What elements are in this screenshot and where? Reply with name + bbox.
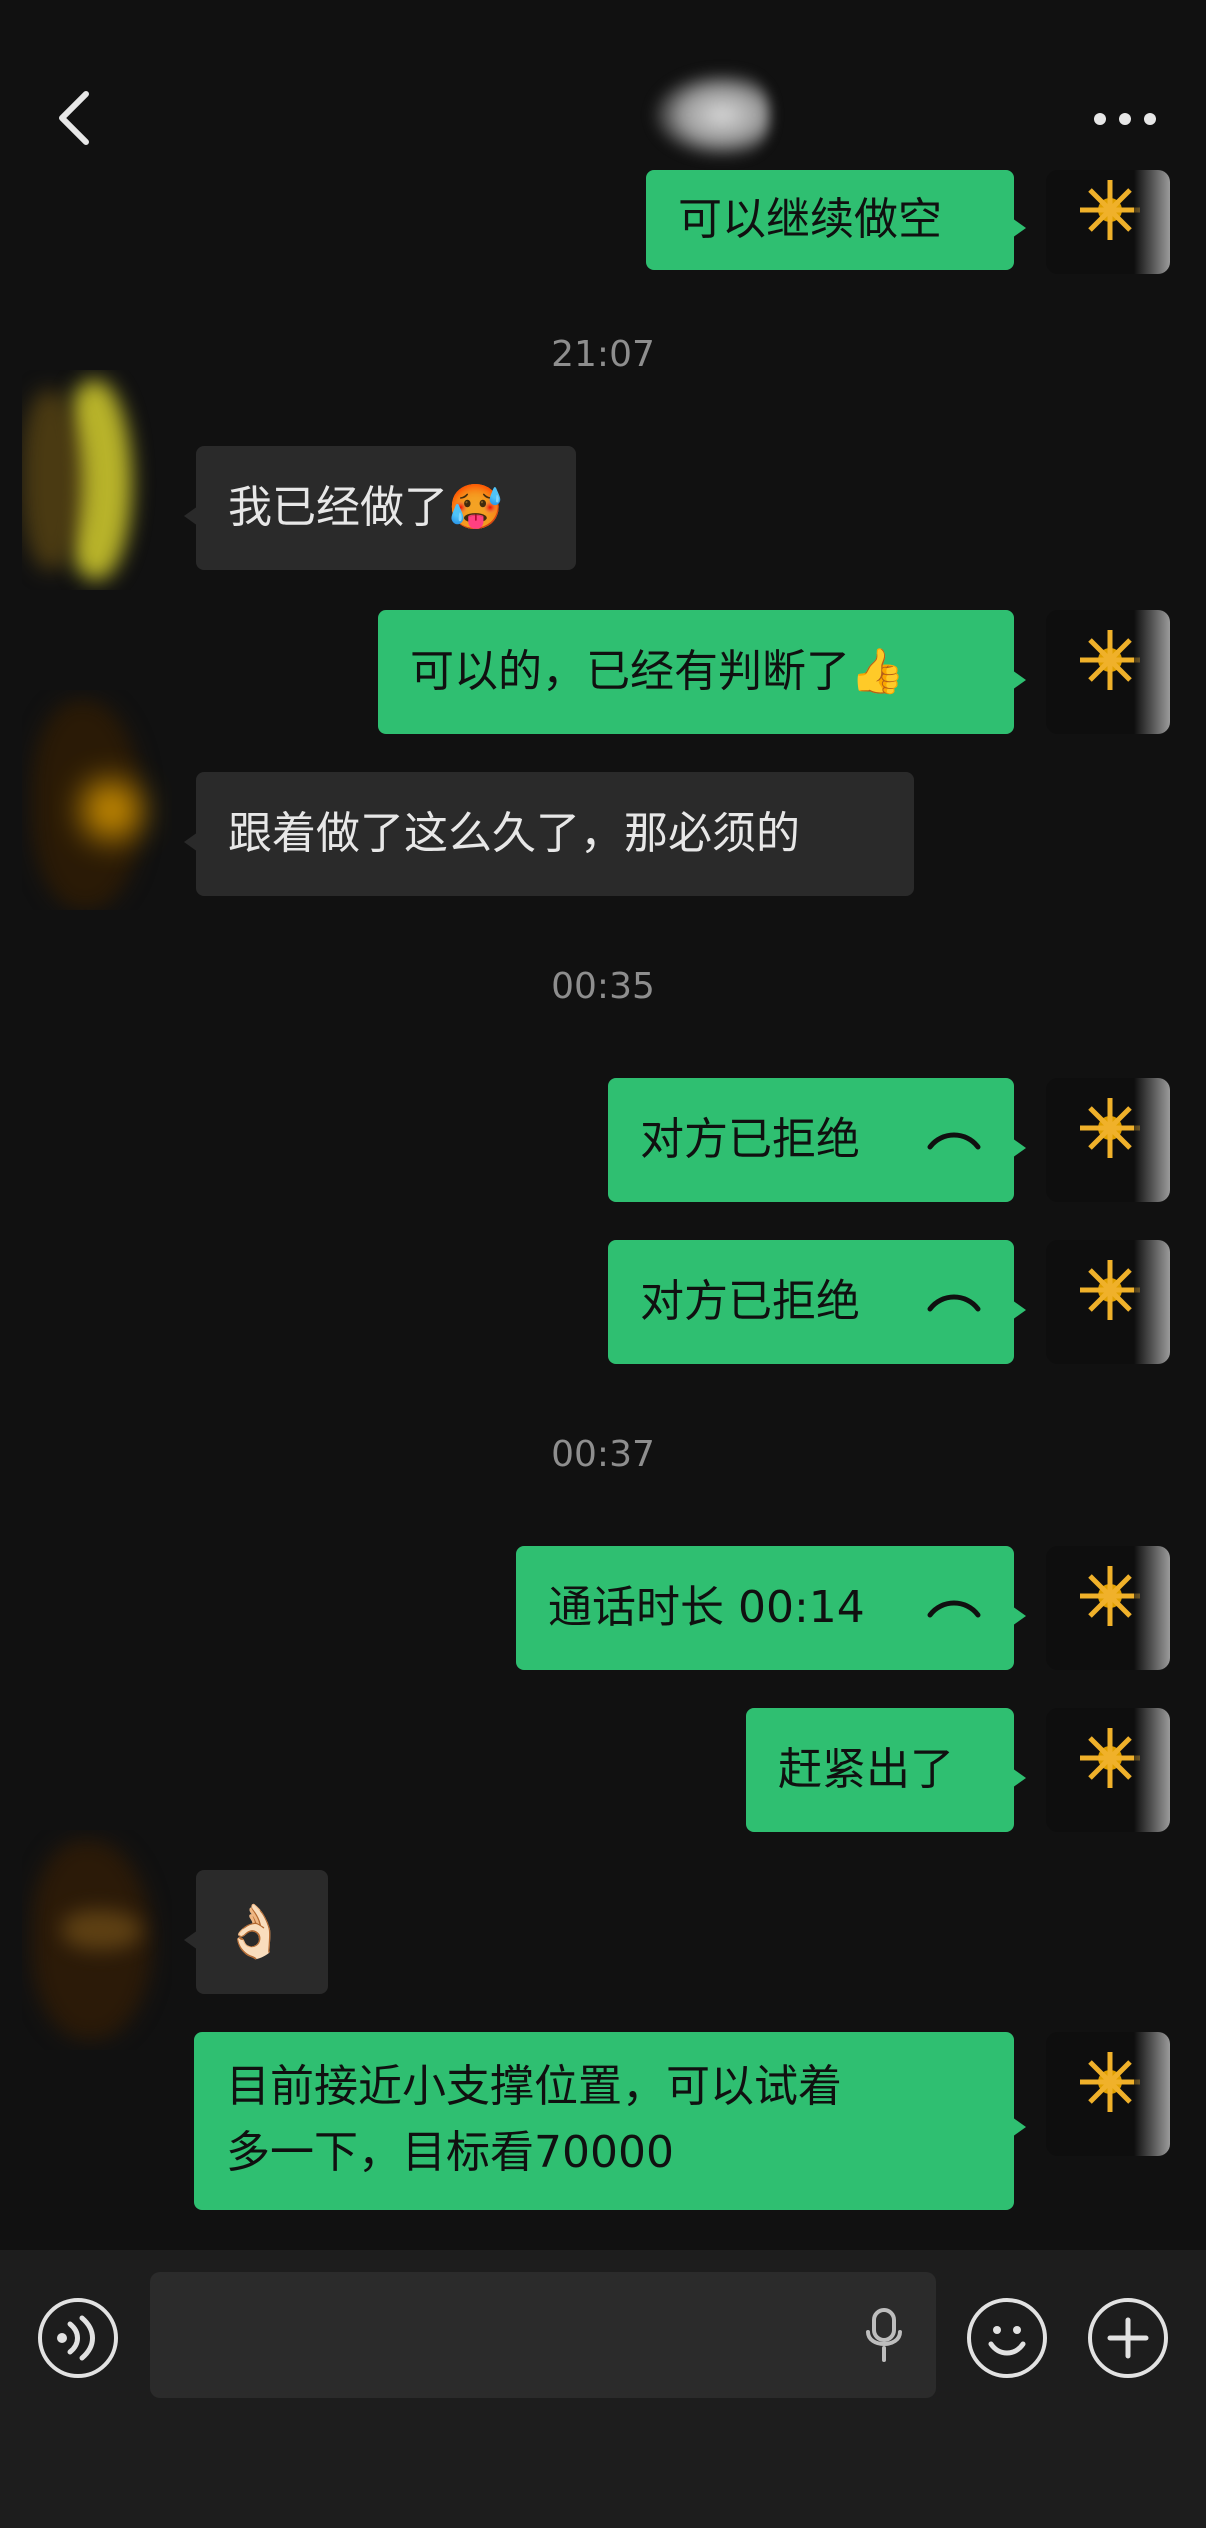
message-bubble-received[interactable]: 我已经做了🥵 xyxy=(184,446,576,570)
emoji-icon xyxy=(988,2326,1026,2356)
timestamp: 00:35 xyxy=(551,966,655,1007)
message-text: 通话时长 00:14 xyxy=(548,1582,865,1633)
message-bubble-received[interactable]: 跟着做了这么久了，那必须的 xyxy=(184,772,914,896)
message-input-bar xyxy=(0,2250,1206,2528)
timestamp: 21:07 xyxy=(551,334,655,375)
message-text: 跟着做了这么久了，那必须的 xyxy=(228,808,800,859)
thumbs-up-emoji-icon: 👍 xyxy=(850,646,905,697)
message-bubble-sent[interactable]: 赶紧出了 xyxy=(746,1708,1026,1832)
more-options-icon[interactable] xyxy=(1090,106,1160,132)
message-text-line: 目前接近小支撑位置，可以试着 xyxy=(226,2061,842,2112)
message-text: 对方已拒绝 xyxy=(640,1276,860,1327)
self-avatar[interactable] xyxy=(1046,2032,1170,2156)
message-text: 对方已拒绝 xyxy=(640,1114,860,1165)
phone-icon xyxy=(927,1294,981,1312)
plus-icon xyxy=(1107,2317,1149,2359)
contact-name-blurred xyxy=(650,70,770,160)
self-avatar[interactable] xyxy=(1046,1240,1170,1364)
self-avatar[interactable] xyxy=(1046,610,1170,734)
message-bubble-sent[interactable]: 对方已拒绝 xyxy=(608,1240,1026,1364)
microphone-icon[interactable] xyxy=(862,2308,906,2362)
message-bubble-sent[interactable]: 对方已拒绝 xyxy=(608,1078,1026,1202)
message-bubble-sent[interactable]: 可以继续做空 xyxy=(646,170,1026,270)
self-avatar[interactable] xyxy=(1046,1708,1170,1832)
message-text: 赶紧出了 xyxy=(778,1744,954,1795)
message-input[interactable] xyxy=(150,2272,936,2398)
emoji-button[interactable] xyxy=(967,2298,1047,2378)
ok-hand-emoji-icon: 👌🏻 xyxy=(222,1902,287,1962)
timestamp: 00:37 xyxy=(551,1434,655,1475)
message-text: 可以的，已经有判断了 xyxy=(410,646,850,697)
message-bubble-sent[interactable]: 目前接近小支撑位置，可以试着 多一下，目标看70000 xyxy=(194,2032,1026,2210)
message-bubble-sent[interactable]: 通话时长 00:14 xyxy=(516,1546,1026,1670)
hot-face-emoji-icon: 🥵 xyxy=(448,482,503,533)
self-avatar[interactable] xyxy=(1046,1078,1170,1202)
chat-header xyxy=(0,0,1206,190)
voice-icon xyxy=(57,2315,95,2361)
more-actions-button[interactable] xyxy=(1088,2298,1168,2378)
phone-icon xyxy=(927,1600,981,1618)
voice-input-button[interactable] xyxy=(38,2298,118,2378)
phone-icon xyxy=(927,1132,981,1150)
message-bubble-sent[interactable]: 可以的，已经有判断了👍 xyxy=(378,610,1026,734)
self-avatar[interactable] xyxy=(1046,1546,1170,1670)
message-bubble-received[interactable]: 👌🏻 xyxy=(184,1870,328,1994)
contact-avatar[interactable] xyxy=(22,370,172,590)
message-text: 我已经做了 xyxy=(228,482,448,533)
contact-avatar[interactable] xyxy=(22,690,172,910)
message-text: 可以继续做空 xyxy=(678,194,942,245)
back-arrow-icon[interactable] xyxy=(48,88,102,148)
chat-messages: 可以继续做空 21:07 我已经做了🥵 可以的，已经有判断了👍 跟着做了这么久了… xyxy=(0,170,1206,2250)
self-avatar[interactable] xyxy=(1046,170,1170,274)
contact-avatar[interactable] xyxy=(22,1830,172,2050)
message-text-line: 多一下，目标看70000 xyxy=(226,2127,674,2178)
